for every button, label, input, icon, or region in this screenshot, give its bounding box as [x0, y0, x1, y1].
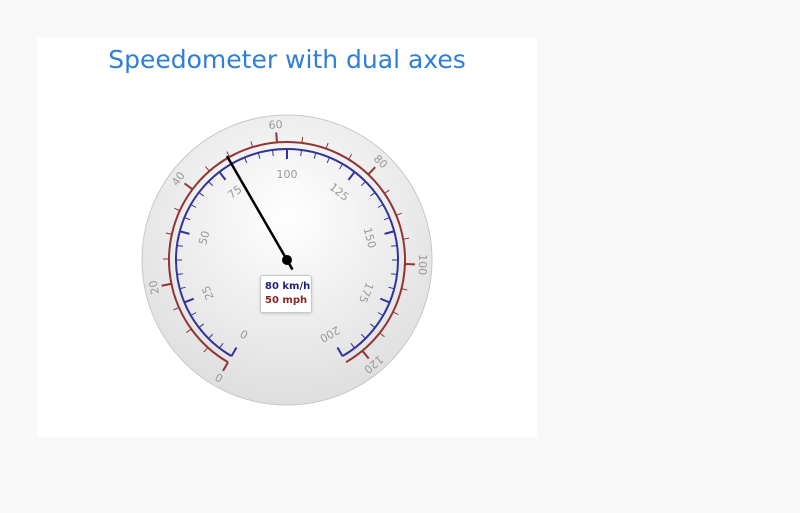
outer-tick-label: 60	[268, 118, 283, 132]
value-tooltip: 80 km/h 50 mph	[260, 275, 312, 313]
outer-tick-label: 100	[416, 254, 430, 275]
inner-tick-label: 100	[277, 168, 298, 181]
gauge-svg: 020406080100120 0255075100125150175200	[141, 114, 433, 406]
outer-tick-label: 20	[146, 279, 162, 295]
tooltip-mph: 50 mph	[265, 295, 308, 306]
chart-container: Speedometer with dual axes 0 20 40 60 80 100 1…	[37, 37, 537, 437]
tooltip-kmh: 80 km/h	[265, 281, 311, 292]
needle-pivot	[282, 255, 292, 265]
outer-major-tick	[275, 132, 279, 143]
